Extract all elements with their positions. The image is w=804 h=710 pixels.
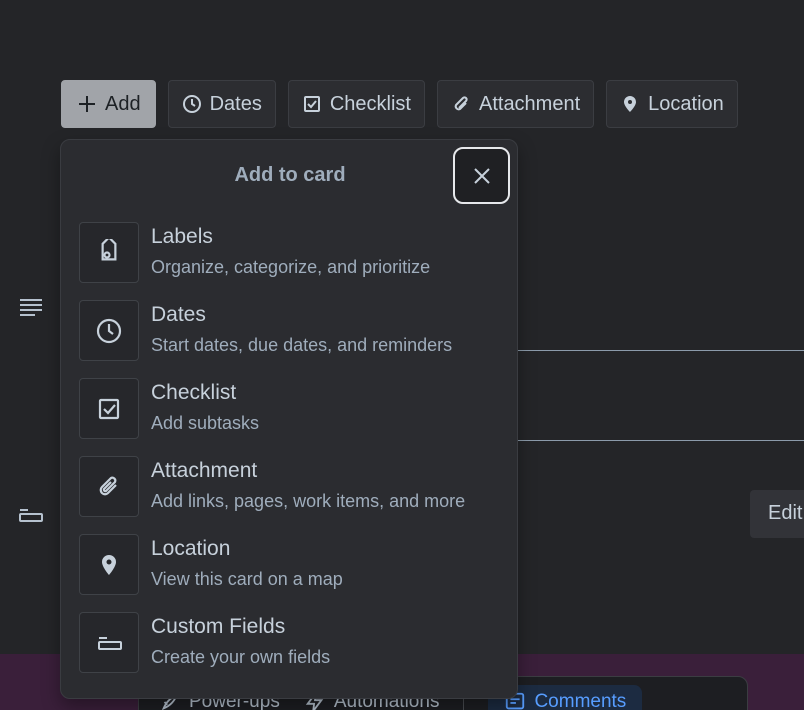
option-attachment[interactable]: Attachment Add links, pages, work items,…: [79, 456, 499, 534]
close-button[interactable]: [453, 147, 510, 204]
comments-label: Comments: [534, 691, 627, 710]
option-name: Attachment: [151, 459, 258, 482]
option-name: Location: [151, 537, 231, 560]
option-name: Custom Fields: [151, 615, 286, 638]
option-checklist[interactable]: Checklist Add subtasks: [79, 378, 499, 456]
add-label: Add: [105, 92, 141, 115]
custom-field-icon: [19, 509, 43, 522]
card-toolbar: Add Dates Checklist Attachment Location: [61, 80, 738, 128]
add-to-card-popover: Add to card Labels Organize, categorize,…: [60, 139, 518, 699]
paperclip-icon: [454, 96, 468, 111]
plus-icon: [79, 96, 95, 112]
attachment-button[interactable]: Attachment: [436, 80, 595, 128]
popover-options: Labels Organize, categorize, and priorit…: [79, 222, 499, 690]
option-location[interactable]: Location View this card on a map: [79, 534, 499, 612]
card-detail-view: Power-ups Automations Comments Add Dates…: [0, 0, 804, 710]
label-icon: [79, 222, 139, 283]
map-pin-icon: [79, 534, 139, 595]
custom-field-icon: [79, 612, 139, 673]
clock-icon: [79, 300, 139, 361]
option-description: Create your own fields: [151, 647, 331, 667]
checklist-button[interactable]: Checklist: [287, 80, 425, 128]
description-icon: [20, 299, 42, 316]
option-name: Checklist: [151, 381, 237, 404]
option-description: View this card on a map: [151, 569, 343, 589]
dates-label: Dates: [209, 92, 262, 115]
close-icon: [473, 167, 490, 184]
option-name: Labels: [151, 225, 213, 248]
clock-icon: [182, 95, 201, 113]
description-border-top: [517, 350, 804, 351]
map-pin-icon: [624, 96, 637, 112]
option-description: Add links, pages, work items, and more: [151, 491, 466, 511]
option-description: Start dates, due dates, and reminders: [151, 335, 453, 355]
location-label: Location: [648, 92, 724, 115]
option-custom-fields[interactable]: Custom Fields Create your own fields: [79, 612, 499, 690]
option-labels[interactable]: Labels Organize, categorize, and priorit…: [79, 222, 499, 300]
description-border-bottom: [517, 440, 804, 441]
paperclip-icon: [79, 456, 139, 517]
location-button[interactable]: Location: [606, 80, 738, 128]
checkbox-icon: [303, 96, 320, 112]
dates-button[interactable]: Dates: [167, 80, 276, 128]
attachment-label: Attachment: [478, 92, 581, 115]
option-description: Add subtasks: [151, 413, 260, 433]
option-description: Organize, categorize, and prioritize: [151, 257, 431, 277]
popover-title: Add to card: [234, 164, 346, 186]
option-name: Dates: [151, 303, 206, 326]
checklist-label: Checklist: [329, 92, 411, 115]
checkbox-icon: [79, 378, 139, 439]
add-button[interactable]: Add: [61, 80, 156, 128]
option-dates[interactable]: Dates Start dates, due dates, and remind…: [79, 300, 499, 378]
edit-button[interactable]: Edit: [750, 490, 804, 538]
